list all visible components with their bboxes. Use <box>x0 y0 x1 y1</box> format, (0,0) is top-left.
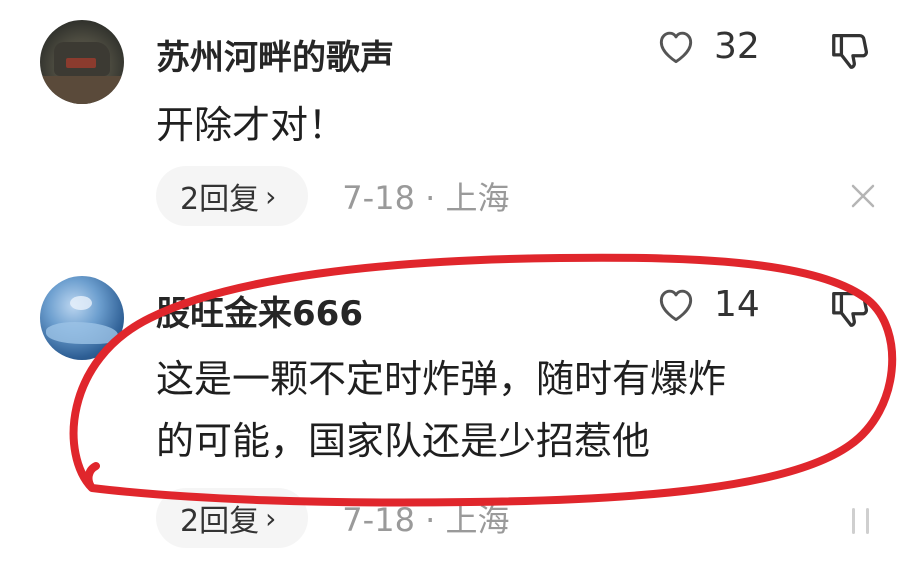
avatar[interactable] <box>40 276 124 360</box>
username[interactable]: 苏州河畔的歌声 <box>156 30 394 79</box>
reply-label: 2回复 <box>180 182 260 217</box>
like-count: 14 <box>714 283 760 325</box>
comment-text-line: 开除才对！ <box>156 103 347 147</box>
like-button[interactable]: 32 <box>654 24 760 68</box>
heart-outline-icon <box>659 31 693 64</box>
reply-button[interactable]: 2回复 › <box>156 488 309 548</box>
like-count: 32 <box>714 25 760 67</box>
scroll-indicator <box>846 506 876 540</box>
reply-button[interactable]: 2回复 › <box>156 166 309 226</box>
dislike-button[interactable] <box>828 28 874 78</box>
red-annotation-circle <box>69 253 897 507</box>
comment-date-location: 7-18 · 上海 <box>342 501 510 539</box>
chevron-right-icon: › <box>265 501 277 535</box>
thumbs-down-icon <box>832 34 869 69</box>
comment-date-location: 7-18 · 上海 <box>342 179 510 217</box>
comment-text: 开除才对！ <box>156 94 346 156</box>
thumbs-down-icon <box>832 292 869 327</box>
comment-text-line: 的可能，国家队还是少招惹他 <box>156 419 651 463</box>
username[interactable]: 股旺金来666 <box>156 286 363 335</box>
like-button[interactable]: 14 <box>654 282 760 326</box>
comment-meta: 2回复 › 7-18 · 上海 <box>156 166 509 226</box>
comment-text-line: 这是一颗不定时炸弹，随时有爆炸 <box>156 357 727 401</box>
scroll-indicator-icon <box>852 508 869 534</box>
comment-text: 这是一颗不定时炸弹，随时有爆炸 的可能，国家队还是少招惹他 <box>156 348 726 472</box>
close-button[interactable] <box>848 181 878 215</box>
dislike-button[interactable] <box>828 286 874 336</box>
avatar[interactable] <box>40 20 124 104</box>
reply-label: 2回复 <box>180 504 260 539</box>
chevron-right-icon: › <box>265 179 277 213</box>
comment-meta: 2回复 › 7-18 · 上海 <box>156 488 509 548</box>
close-icon <box>851 184 875 208</box>
heart-outline-icon <box>659 289 693 322</box>
